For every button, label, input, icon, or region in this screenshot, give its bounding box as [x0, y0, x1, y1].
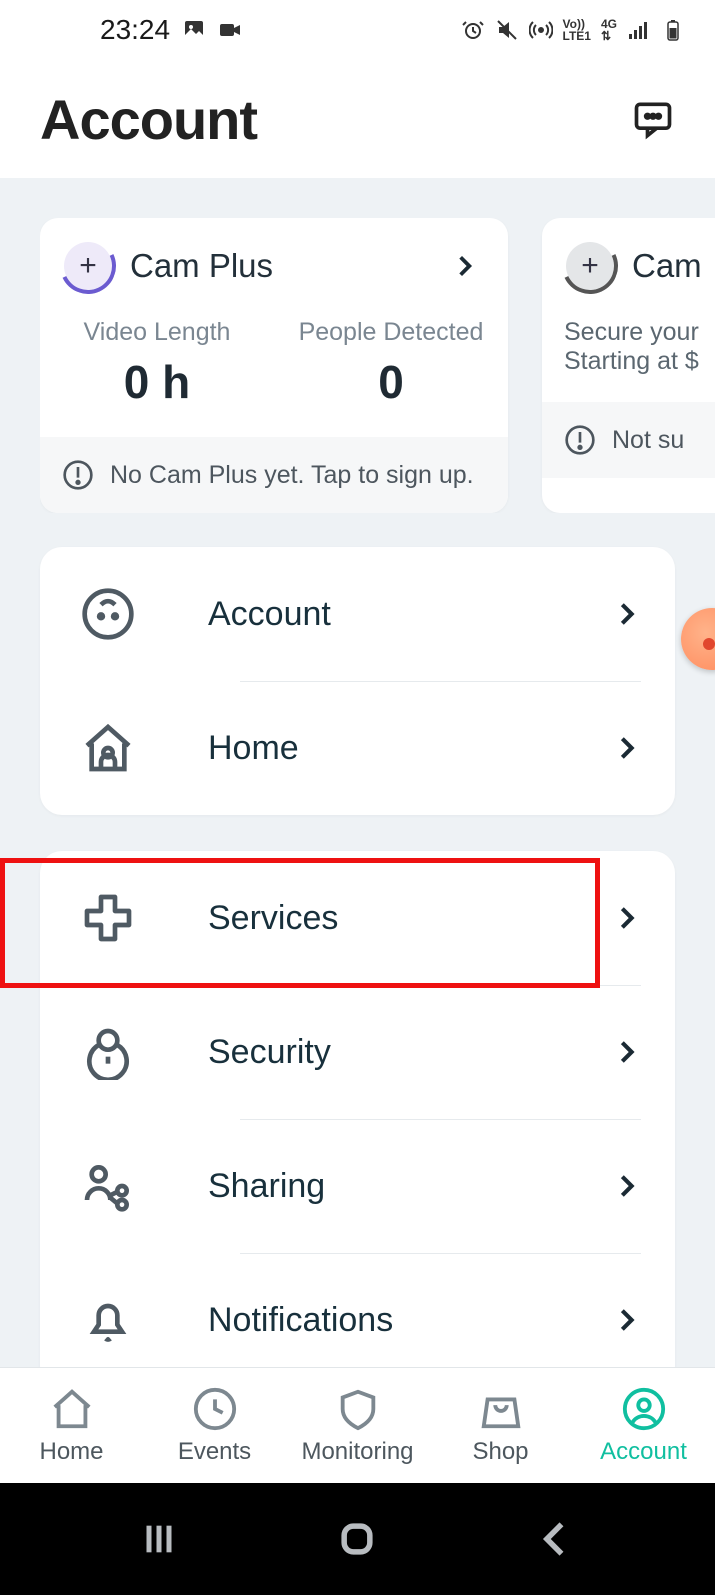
cam-protect-card[interactable]: + Cam Secure your Starting at $ Not su [542, 218, 715, 513]
chevron-right-icon [613, 1038, 641, 1066]
chevron-right-icon [613, 734, 641, 762]
tab-label: Account [600, 1438, 687, 1466]
cam-protect-footer[interactable]: Not su [542, 402, 715, 478]
settings-item-home[interactable]: Home [40, 681, 675, 815]
shield-icon [335, 1386, 381, 1432]
tab-events[interactable]: Events [143, 1368, 286, 1483]
status-bar: 23:24 Vo))LTE1 4G⇅ [0, 0, 715, 60]
settings-item-account[interactable]: Account [40, 547, 675, 681]
plus-medical-icon [80, 890, 136, 946]
settings-item-notifications[interactable]: Notifications [40, 1253, 675, 1367]
chevron-right-icon [452, 253, 478, 279]
cam-protect-footer-text: Not su [612, 426, 684, 455]
share-people-icon [80, 1158, 136, 1214]
chevron-right-icon [613, 904, 641, 932]
cam-plus-title: Cam Plus [130, 247, 273, 285]
tab-shop[interactable]: Shop [429, 1368, 572, 1483]
bottom-tab-bar: Home Events Monitoring Shop Account [0, 1367, 715, 1483]
stat-people-detected: People Detected 0 [274, 318, 508, 409]
chevron-right-icon [613, 1306, 641, 1334]
bag-icon [478, 1386, 524, 1432]
volte-icon: Vo))LTE1 [563, 18, 591, 42]
stat-video-length: Video Length 0 h [40, 318, 274, 409]
chevron-right-icon [613, 600, 641, 628]
status-right: Vo))LTE1 4G⇅ [461, 18, 685, 42]
settings-item-security[interactable]: Security [40, 985, 675, 1119]
stat-label: People Detected [274, 318, 508, 347]
clock-icon [192, 1386, 238, 1432]
stat-value: 0 [274, 355, 508, 409]
status-time: 23:24 [100, 14, 170, 46]
tab-label: Events [178, 1438, 251, 1466]
sysnav-home[interactable] [327, 1509, 387, 1569]
video-icon [218, 18, 242, 42]
desc-line: Secure your [564, 318, 699, 346]
cam-plus-badge-icon: + [64, 242, 112, 290]
tab-account[interactable]: Account [572, 1368, 715, 1483]
battery-icon [661, 18, 685, 42]
cam-plus-footer-text: No Cam Plus yet. Tap to sign up. [110, 461, 474, 490]
lock-icon [80, 1024, 136, 1080]
system-nav-bar [0, 1483, 715, 1595]
chat-button[interactable] [631, 97, 675, 141]
signal-icon [627, 18, 651, 42]
alarm-icon [461, 18, 485, 42]
tab-label: Home [39, 1438, 103, 1466]
sysnav-back[interactable] [526, 1509, 586, 1569]
home-icon [49, 1386, 95, 1432]
network-4g-icon: 4G⇅ [601, 18, 617, 42]
bell-icon [80, 1292, 136, 1348]
list-label: Account [208, 595, 613, 634]
cam-plus-card[interactable]: + Cam Plus Video Length 0 h People Detec… [40, 218, 508, 513]
settings-group-1: Account Home [40, 547, 675, 815]
chevron-right-icon [613, 1172, 641, 1200]
promo-row[interactable]: + Cam Plus Video Length 0 h People Detec… [40, 218, 715, 513]
status-left: 23:24 [100, 14, 242, 46]
list-label: Home [208, 729, 613, 768]
page-title: Account [40, 87, 257, 152]
mute-icon [495, 18, 519, 42]
floating-assist-button[interactable] [681, 608, 715, 670]
alert-circle-icon [62, 459, 94, 491]
alert-circle-icon [564, 424, 596, 456]
list-label: Security [208, 1033, 613, 1072]
list-label: Notifications [208, 1301, 613, 1340]
list-label: Sharing [208, 1167, 613, 1206]
list-label: Services [208, 899, 613, 938]
person-circle-icon [621, 1386, 667, 1432]
cam-protect-title: Cam [632, 247, 702, 285]
smiley-icon [80, 586, 136, 642]
sysnav-recents[interactable] [129, 1509, 189, 1569]
image-icon [182, 18, 206, 42]
home-person-icon [80, 720, 136, 776]
page-header: Account [0, 60, 715, 178]
tab-home[interactable]: Home [0, 1368, 143, 1483]
stat-label: Video Length [40, 318, 274, 347]
tab-monitoring[interactable]: Monitoring [286, 1368, 429, 1483]
content-body: + Cam Plus Video Length 0 h People Detec… [0, 178, 715, 1367]
settings-group-2: Services Security Sharing Notifications [40, 851, 675, 1367]
tab-label: Shop [472, 1438, 528, 1466]
settings-item-services[interactable]: Services [40, 851, 675, 985]
hotspot-icon [529, 18, 553, 42]
cam-protect-desc: Secure your Starting at $ [542, 300, 715, 402]
settings-item-sharing[interactable]: Sharing [40, 1119, 675, 1253]
desc-line: Starting at $ [564, 347, 699, 375]
cam-plus-footer[interactable]: No Cam Plus yet. Tap to sign up. [40, 437, 508, 513]
cam-protect-badge-icon: + [566, 242, 614, 290]
tab-label: Monitoring [301, 1438, 413, 1466]
stat-value: 0 h [40, 355, 274, 409]
